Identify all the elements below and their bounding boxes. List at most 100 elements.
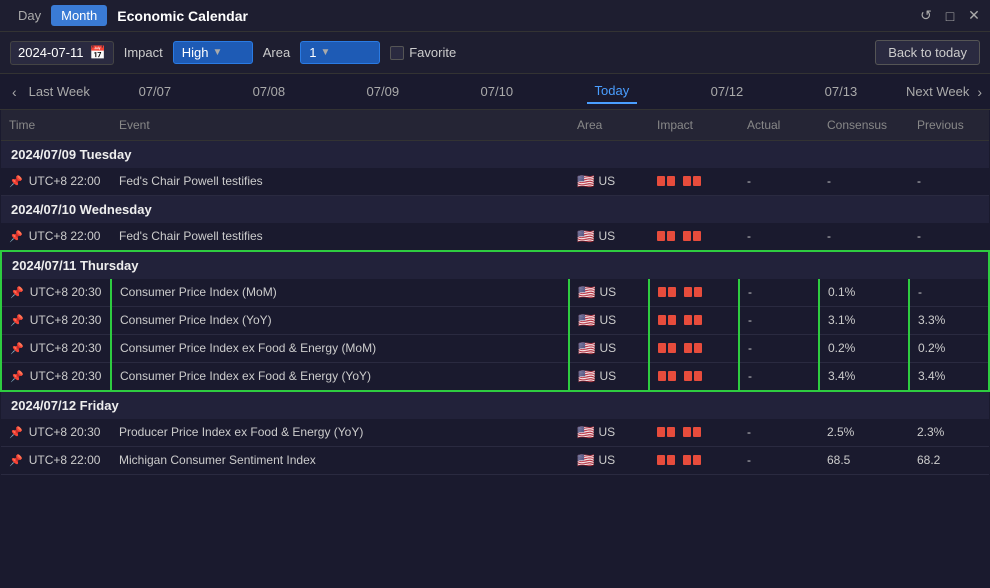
impact-bar-1 [657, 427, 665, 437]
area-value: US [599, 369, 616, 383]
table-row[interactable]: 📌 UTC+8 22:00 Michigan Consumer Sentiment … [1, 446, 989, 474]
favorite-toggle[interactable]: Favorite [390, 45, 456, 60]
cell-event: Consumer Price Index (MoM) [111, 279, 569, 307]
section-header-section-0710: 2024/07/10 Wednesday [1, 195, 989, 223]
cell-consensus: - [819, 168, 909, 196]
table-row[interactable]: 📌UTC+8 20:30Producer Price Index ex Food… [1, 419, 989, 447]
next-week-arrow[interactable]: › [977, 84, 982, 100]
day-tab-0708[interactable]: 07/08 [245, 80, 294, 103]
day-tab-today[interactable]: Today [587, 79, 638, 104]
favorite-checkbox[interactable] [390, 46, 404, 60]
day-tab-0713[interactable]: 07/13 [817, 80, 866, 103]
cell-area: 🇺🇸 US [569, 362, 649, 391]
impact-bar-2 [667, 427, 675, 437]
time-value: UTC+8 22:00 [29, 229, 101, 243]
tab-day[interactable]: Day [8, 5, 51, 26]
impact-bar-3 [684, 287, 692, 297]
table-row[interactable]: 📌 UTC+8 20:30 Consumer Price Index ex Food… [1, 362, 989, 391]
cell-event: Consumer Price Index ex Food & Energy (M… [111, 334, 569, 362]
impact-select[interactable]: High ▼ [173, 41, 253, 64]
cell-time: 📌UTC+8 22:00 [1, 168, 111, 196]
day-tab-0709[interactable]: 07/09 [359, 80, 408, 103]
flag-icon: 🇺🇸 [578, 284, 595, 301]
impact-bar-3 [683, 176, 691, 186]
impact-bar-3 [684, 343, 692, 353]
day-tab-0707[interactable]: 07/07 [131, 80, 180, 103]
flag-icon: 🇺🇸 [578, 312, 595, 329]
cell-event: Producer Price Index ex Food & Energy (Y… [111, 419, 569, 447]
flag-icon: 🇺🇸 [577, 452, 594, 469]
impact-bar-4 [693, 176, 701, 186]
impact-bar-3 [683, 231, 691, 241]
day-tab-0712[interactable]: 07/12 [703, 80, 752, 103]
prev-week-arrow[interactable]: ‹ [8, 84, 21, 100]
cell-actual: - [739, 419, 819, 447]
cell-time: 📌 UTC+8 20:30 [1, 279, 111, 307]
last-week-label[interactable]: Last Week [29, 84, 90, 99]
impact-bar-2 [668, 315, 676, 325]
impact-bar-4 [693, 455, 701, 465]
col-header-consensus: Consensus [819, 110, 909, 140]
impact-bar-4 [694, 287, 702, 297]
table-row[interactable]: 📌UTC+8 20:30Consumer Price Index (YoY)🇺🇸… [1, 306, 989, 334]
impact-bars [657, 176, 731, 186]
time-value: UTC+8 20:30 [30, 369, 102, 383]
impact-bar-3 [683, 455, 691, 465]
back-to-today-button[interactable]: Back to today [875, 40, 980, 65]
impact-bar-4 [694, 315, 702, 325]
cell-event: Michigan Consumer Sentiment Index [111, 446, 569, 474]
time-value: UTC+8 20:30 [30, 285, 102, 299]
col-header-impact: Impact [649, 110, 739, 140]
time-value: UTC+8 22:00 [29, 453, 101, 467]
section-header-section-0711: 2024/07/11 Thursday [1, 251, 989, 279]
impact-bar-1 [658, 343, 666, 353]
calendar-table-wrap: Time Event Area Impact Actual Consensus … [0, 110, 990, 558]
calendar-icon: 📅 [90, 45, 106, 61]
cell-actual: - [739, 362, 819, 391]
cell-time: 📌UTC+8 20:30 [1, 306, 111, 334]
col-header-actual: Actual [739, 110, 819, 140]
cell-consensus: 0.1% [819, 279, 909, 307]
table-row[interactable]: 📌 UTC+8 20:30 Consumer Price Index ex Food… [1, 334, 989, 362]
toolbar: 2024-07-11 📅 Impact High ▼ Area 1 ▼ Favo… [0, 32, 990, 74]
pin-icon: 📌 [10, 370, 26, 383]
cell-consensus: 3.4% [819, 362, 909, 391]
cell-event: Consumer Price Index ex Food & Energy (Y… [111, 362, 569, 391]
cell-impact [649, 306, 739, 334]
app-title: Economic Calendar [117, 8, 918, 24]
impact-bars [658, 315, 730, 325]
pin-icon: 📌 [9, 454, 25, 467]
next-week-label[interactable]: Next Week [906, 84, 969, 99]
cell-previous: 2.3% [909, 419, 989, 447]
impact-bar-1 [658, 371, 666, 381]
maximize-icon[interactable]: □ [942, 8, 958, 24]
table-row[interactable]: 📌UTC+8 20:30Consumer Price Index (MoM)🇺🇸… [1, 279, 989, 307]
pin-icon: 📌 [10, 342, 26, 355]
table-header-row: Time Event Area Impact Actual Consensus … [1, 110, 989, 140]
area-value: US [598, 174, 615, 188]
impact-bar-2 [667, 176, 675, 186]
pin-icon: 📌 [10, 286, 26, 299]
date-input[interactable]: 2024-07-11 📅 [10, 41, 114, 65]
cell-time: 📌 UTC+8 20:30 [1, 362, 111, 391]
area-value: US [598, 229, 615, 243]
flag-icon: 🇺🇸 [578, 368, 595, 385]
time-value: UTC+8 20:30 [30, 341, 102, 355]
cell-time: 📌UTC+8 20:30 [1, 419, 111, 447]
table-row[interactable]: 📌UTC+8 22:00Fed's Chair Powell testifies… [1, 168, 989, 196]
day-tab-0710[interactable]: 07/10 [473, 80, 522, 103]
impact-dropdown-arrow: ▼ [213, 47, 223, 58]
cell-impact [649, 223, 739, 251]
cell-area: 🇺🇸US [569, 279, 649, 307]
area-value: US [599, 313, 616, 327]
area-select[interactable]: 1 ▼ [300, 41, 380, 64]
table-row[interactable]: 📌UTC+8 22:00Fed's Chair Powell testifies… [1, 223, 989, 251]
cell-consensus: - [819, 223, 909, 251]
refresh-icon[interactable]: ↺ [918, 8, 934, 24]
cell-previous: - [909, 223, 989, 251]
cell-previous: 3.3% [909, 306, 989, 334]
cell-previous: - [909, 279, 989, 307]
cell-previous: 3.4% [909, 362, 989, 391]
tab-month[interactable]: Month [51, 5, 107, 26]
close-icon[interactable]: ✕ [966, 8, 982, 24]
